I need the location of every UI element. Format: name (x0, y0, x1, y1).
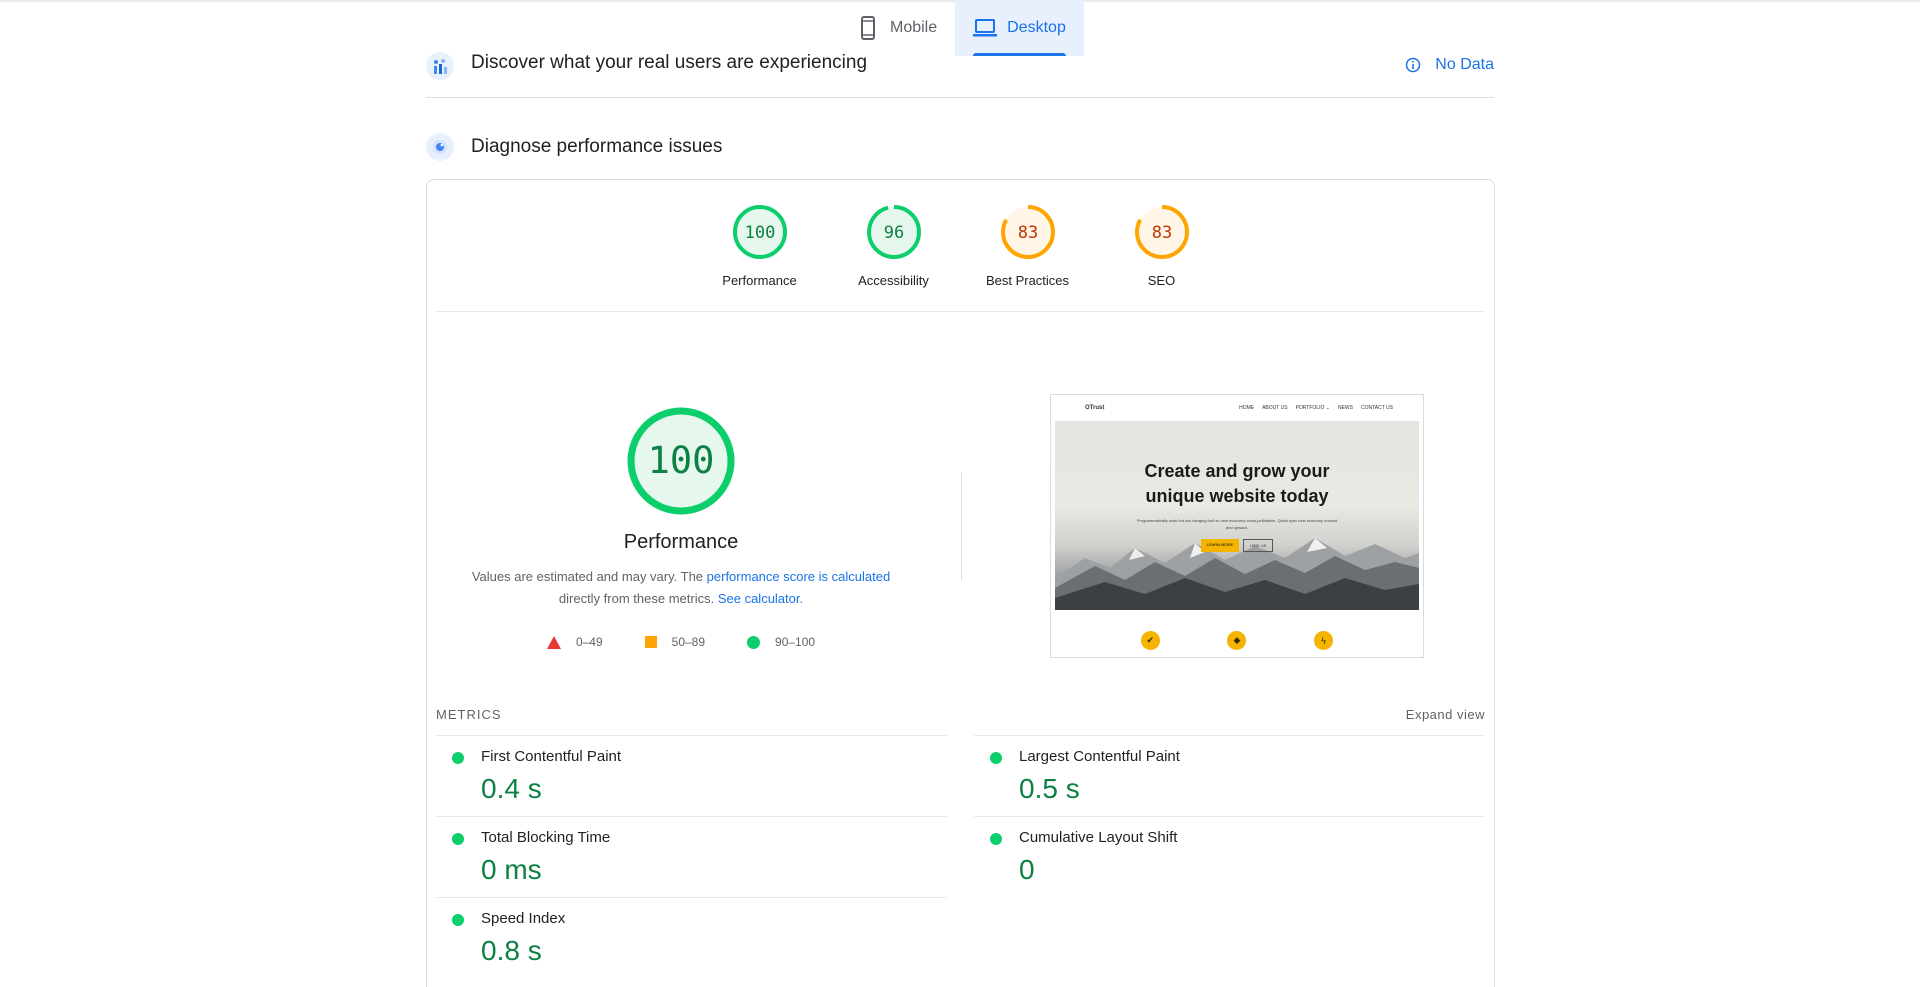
see-calculator-link[interactable]: See calculator. (718, 591, 803, 606)
screenshot-hire-us: HIRE US (1243, 539, 1274, 552)
gauge-seo[interactable]: 83 SEO (1095, 204, 1229, 288)
metric-name: Largest Contentful Paint (1019, 748, 1180, 765)
screenshot-menu-item: HOME (1239, 405, 1255, 411)
gauge-seo-label: SEO (1147, 273, 1176, 288)
pass-dot-icon (452, 833, 464, 845)
no-data-label: No Data (1435, 56, 1494, 73)
metrics-column-right: Largest Contentful Paint 0.5 s Cumulativ… (974, 735, 1485, 897)
gauges-divider (436, 311, 1485, 312)
gauge-best-practices[interactable]: 83 Best Practices (961, 204, 1095, 288)
diagnose-section: Diagnose performance issues (426, 132, 1494, 162)
metric-fcp: First Contentful Paint 0.4 s (436, 735, 947, 816)
screenshot-menu-item: NEWS (1337, 405, 1353, 411)
desc-prefix: Values are estimated and may vary. The (471, 569, 707, 584)
screenshot-heading-line2: unique website today (1145, 486, 1329, 506)
metrics-heading: METRICS (436, 707, 502, 722)
bolt-icon: ϟ (1314, 631, 1334, 650)
performance-summary: 100 Performance Values are estimated and… (461, 406, 901, 649)
score-calculated-link[interactable]: performance score is calculated (707, 569, 891, 584)
circle-icon (747, 635, 761, 649)
metric-name: Total Blocking Time (481, 829, 611, 846)
metric-cls: Cumulative Layout Shift 0 (974, 816, 1485, 897)
desc-middle: directly from these metrics. (558, 591, 718, 606)
gauge-best-practices-ring: 83 (1000, 205, 1055, 259)
no-data-link[interactable]: No Data (1405, 56, 1494, 74)
gauge-accessibility-score: 96 (883, 223, 903, 243)
score-legend: 0–49 50–89 90–100 (526, 635, 836, 649)
pass-dot-icon (452, 914, 464, 926)
metric-value: 0.4 s (481, 773, 542, 804)
legend-pass-range: 90–100 (775, 635, 816, 649)
tab-desktop-label: Desktop (1007, 19, 1066, 36)
metric-value: 0 ms (481, 854, 542, 885)
performance-title: Performance (623, 531, 739, 553)
metric-si: Speed Index 0.8 s (436, 897, 947, 978)
diagnose-icon (426, 133, 454, 161)
screenshot-learn-more: LEARN MORE (1200, 539, 1240, 552)
legend-fail-range: 0–49 (575, 635, 603, 649)
check-icon: ✔ (1140, 631, 1160, 650)
summary-divider (961, 472, 962, 580)
metric-tbt: Total Blocking Time 0 ms (436, 816, 947, 897)
screenshot-menu-item: ABOUT US (1262, 405, 1288, 411)
gauge-best-practices-label: Best Practices (985, 273, 1070, 288)
page-screenshot[interactable]: OTrust HOME ABOUT US PORTFOLIO ⌄ NEWS CO… (1050, 394, 1424, 658)
gauge-performance-ring: 100 (732, 205, 787, 259)
gauge-performance-score: 100 (744, 223, 775, 243)
screenshot-feature-icons: ✔ ◆ ϟ (1051, 631, 1423, 650)
metric-name: First Contentful Paint (481, 748, 622, 765)
gauge-accessibility-label: Accessibility (858, 273, 929, 288)
users-chart-icon (426, 52, 454, 80)
expand-view-button[interactable]: Expand view (1406, 707, 1485, 722)
metric-name: Cumulative Layout Shift (1019, 829, 1178, 846)
metric-name: Speed Index (481, 910, 566, 927)
screenshot-menu-item: PORTFOLIO ⌄ (1295, 405, 1330, 411)
triangle-icon (546, 635, 561, 649)
screenshot-menu: HOME ABOUT US PORTFOLIO ⌄ NEWS CONTACT U… (1239, 405, 1393, 411)
diagnose-title: Diagnose performance issues (471, 136, 723, 157)
gauge-seo-score: 83 (1151, 223, 1171, 243)
screenshot-heading: Create and grow your unique website today (1055, 459, 1419, 509)
gauge-performance-label: Performance (722, 273, 797, 288)
report-card: 100 Performance 96 Accessibility 83 Best… (426, 179, 1495, 987)
performance-gauge-large: 100 (627, 407, 735, 515)
info-icon (1405, 57, 1421, 73)
screenshot-heading-line1: Create and grow your (1144, 461, 1330, 481)
gauge-performance[interactable]: 100 Performance (693, 204, 827, 288)
legend-average: 50–89 (644, 635, 706, 649)
diamond-icon: ◆ (1227, 631, 1247, 650)
field-data-title: Discover what your real users are experi… (471, 52, 868, 73)
screenshot-menu-item: CONTACT US (1360, 405, 1393, 411)
screenshot-buttons: LEARN MORE HIRE US (1055, 539, 1419, 552)
pass-dot-icon (452, 752, 464, 764)
phone-icon (856, 16, 880, 40)
gauge-seo-ring: 83 (1134, 205, 1189, 259)
field-data-section: Discover what your real users are experi… (426, 46, 1494, 98)
metric-value: 0 (1019, 854, 1035, 885)
screenshot-nav: OTrust HOME ABOUT US PORTFOLIO ⌄ NEWS CO… (1055, 395, 1419, 421)
pass-dot-icon (990, 752, 1002, 764)
metric-lcp: Largest Contentful Paint 0.5 s (974, 735, 1485, 816)
category-gauges: 100 Performance 96 Accessibility 83 Best… (427, 204, 1494, 288)
pass-dot-icon (990, 833, 1002, 845)
performance-score-large: 100 (648, 439, 715, 482)
metrics-column-left: First Contentful Paint 0.4 s Total Block… (436, 735, 947, 978)
metric-value: 0.5 s (1019, 773, 1080, 804)
screenshot-paragraph: Programmatically work but low hanging fr… (1136, 518, 1338, 530)
legend-pass: 90–100 (747, 635, 815, 649)
laptop-icon (973, 16, 998, 40)
gauge-accessibility-ring: 96 (866, 205, 921, 259)
gauge-accessibility[interactable]: 96 Accessibility (827, 204, 961, 288)
legend-average-range: 50–89 (671, 635, 706, 649)
tab-mobile-label: Mobile (890, 19, 938, 36)
screenshot-hero: Create and grow your unique website today… (1055, 421, 1419, 610)
metric-value: 0.8 s (481, 935, 542, 966)
performance-description: Values are estimated and may vary. The p… (461, 566, 901, 610)
legend-fail: 0–49 (546, 635, 603, 649)
mountains-image (1055, 538, 1419, 610)
gauge-best-practices-score: 83 (1017, 223, 1037, 243)
screenshot-logo: OTrust (1085, 405, 1105, 411)
square-icon (644, 636, 657, 648)
